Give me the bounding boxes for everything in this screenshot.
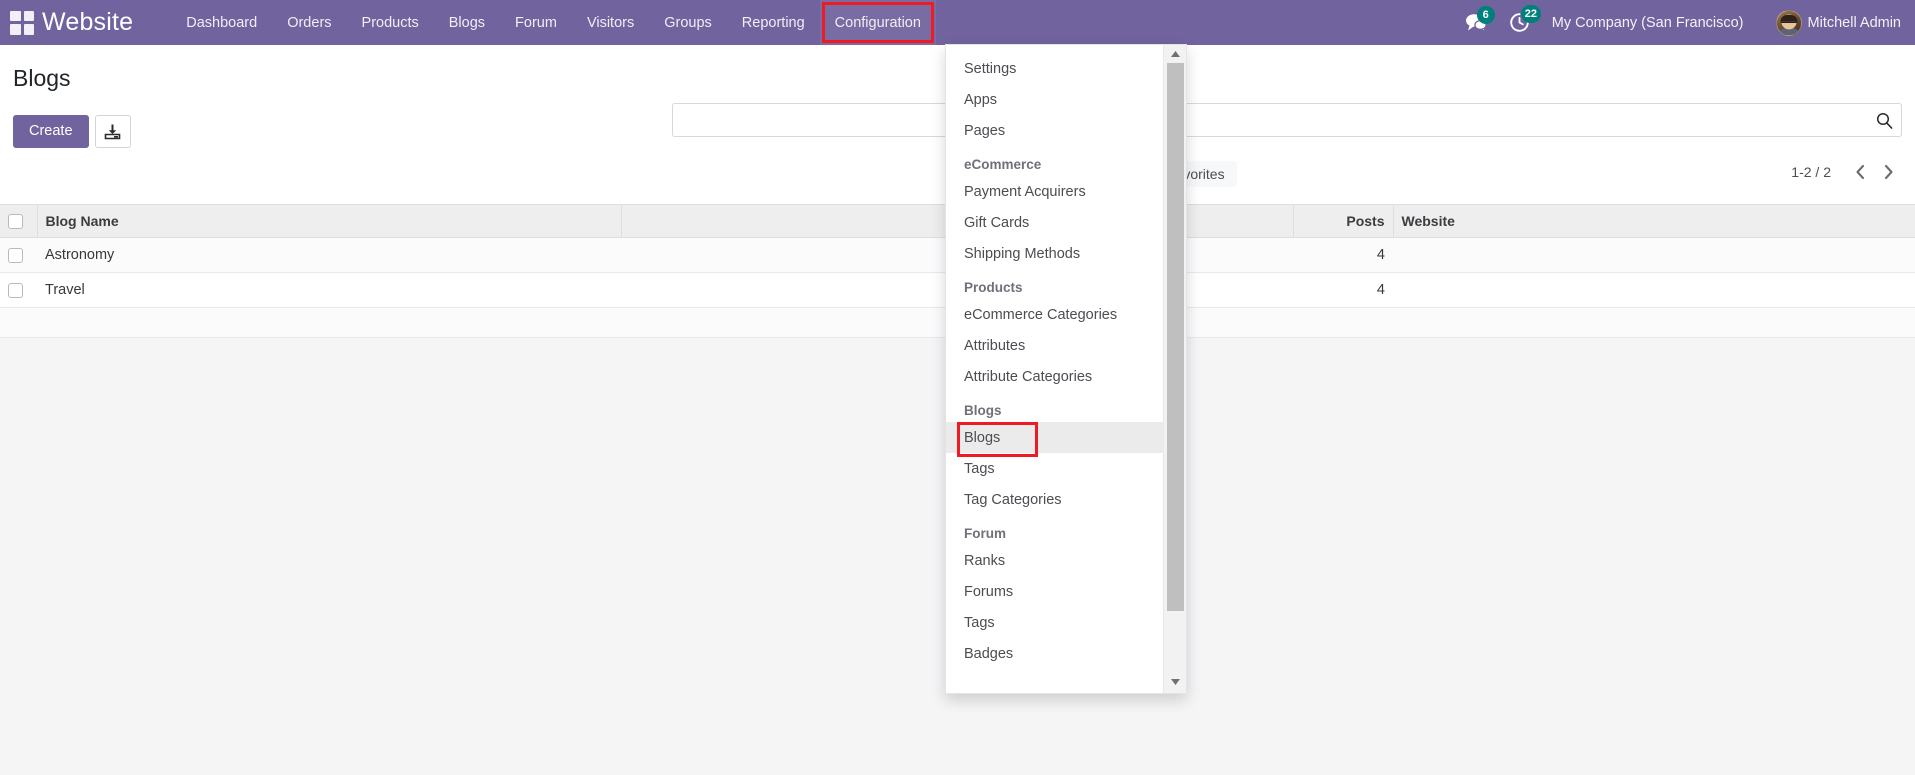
pager-previous-button[interactable] — [1849, 161, 1871, 183]
menu-blogs[interactable]: Blogs — [434, 0, 500, 45]
dropdown-item-apps[interactable]: Apps — [946, 84, 1163, 115]
apps-grid-cell — [10, 11, 21, 22]
dropdown-item-gift-cards[interactable]: Gift Cards — [946, 207, 1163, 238]
select-all-checkbox[interactable] — [8, 214, 23, 229]
pager: 1-2 / 2 — [1791, 161, 1899, 183]
column-website[interactable]: Website — [1393, 205, 1915, 238]
filler-cell — [1393, 308, 1915, 338]
cell-blog-name: Astronomy — [37, 238, 621, 273]
dropdown-item-forums[interactable]: Forums — [946, 576, 1163, 607]
apps-grid-cell — [24, 11, 35, 22]
dropdown-scrollbar[interactable] — [1163, 45, 1186, 693]
avatar — [1776, 10, 1802, 36]
select-all-cell — [0, 205, 37, 238]
apps-grid-icon[interactable] — [10, 11, 34, 35]
user-name-label: Mitchell Admin — [1808, 15, 1901, 31]
row-select-cell — [0, 238, 37, 273]
dropdown-section-products: Products — [946, 269, 1163, 299]
messages-icon[interactable]: 6 — [1465, 13, 1487, 32]
dropdown-item-blog-tags[interactable]: Tags — [946, 453, 1163, 484]
dropdown-item-pages[interactable]: Pages — [946, 115, 1163, 146]
dropdown-item-attributes[interactable]: Attributes — [946, 330, 1163, 361]
scroll-down-arrow-icon[interactable] — [1164, 673, 1187, 691]
apps-grid-cell — [10, 24, 21, 35]
avatar-glasses — [1781, 21, 1796, 25]
dropdown-item-shipping-methods[interactable]: Shipping Methods — [946, 238, 1163, 269]
dropdown-section-forum: Forum — [946, 515, 1163, 545]
dropdown-item-badges[interactable]: Badges — [946, 638, 1163, 669]
top-navbar: Website Dashboard Orders Products Blogs … — [0, 0, 1915, 45]
search-view[interactable] — [672, 103, 1902, 137]
apps-grid-cell — [24, 24, 35, 35]
dropdown-item-settings[interactable]: Settings — [946, 53, 1163, 84]
column-posts[interactable]: Posts — [1293, 205, 1393, 238]
dropdown-scroll-area: Settings Apps Pages eCommerce Payment Ac… — [946, 45, 1163, 693]
dropdown-items: Settings Apps Pages eCommerce Payment Ac… — [946, 53, 1163, 669]
filler-cell — [1293, 308, 1393, 338]
row-checkbox[interactable] — [8, 248, 23, 263]
chevron-right-icon — [1883, 164, 1894, 180]
menu-orders[interactable]: Orders — [272, 0, 346, 45]
messages-count-badge: 6 — [1477, 6, 1495, 24]
menu-groups[interactable]: Groups — [649, 0, 727, 45]
pager-next-button[interactable] — [1877, 161, 1899, 183]
dropdown-item-attribute-categories[interactable]: Attribute Categories — [946, 361, 1163, 392]
search-icon[interactable] — [1867, 104, 1901, 136]
dropdown-scrollbar-thumb[interactable] — [1167, 63, 1184, 611]
activities-count-badge: 22 — [1521, 5, 1541, 23]
import-records-button[interactable] — [95, 115, 131, 148]
dropdown-section-blogs: Blogs — [946, 392, 1163, 422]
cell-posts: 4 — [1293, 273, 1393, 308]
filler-cell — [37, 308, 621, 338]
scroll-up-arrow-icon[interactable] — [1170, 45, 1181, 63]
dropdown-section-ecommerce: eCommerce — [946, 146, 1163, 176]
import-download-icon — [104, 123, 121, 140]
app-brand-website[interactable]: Website — [42, 10, 133, 35]
search-input[interactable] — [673, 105, 1867, 135]
company-switcher[interactable]: My Company (San Francisco) — [1552, 15, 1744, 31]
navbar-systray: 6 22 My Company (San Francisco) Mitchell… — [1465, 0, 1915, 45]
cell-website — [1393, 273, 1915, 308]
dropdown-item-ecommerce-categories[interactable]: eCommerce Categories — [946, 299, 1163, 330]
cell-posts: 4 — [1293, 238, 1393, 273]
create-button[interactable]: Create — [13, 115, 89, 148]
chevron-left-icon — [1855, 164, 1866, 180]
menu-dashboard[interactable]: Dashboard — [171, 0, 272, 45]
pager-value: 1-2 / 2 — [1791, 164, 1831, 180]
dropdown-item-tag-categories[interactable]: Tag Categories — [946, 484, 1163, 515]
row-checkbox[interactable] — [8, 283, 23, 298]
menu-products[interactable]: Products — [347, 0, 434, 45]
cell-blog-name: Travel — [37, 273, 621, 308]
main-menu-bar: Dashboard Orders Products Blogs Forum Vi… — [171, 0, 936, 45]
control-panel-buttons: Create — [13, 115, 131, 148]
menu-reporting[interactable]: Reporting — [727, 0, 820, 45]
menu-configuration[interactable]: Configuration — [820, 0, 936, 45]
column-blog-name[interactable]: Blog Name — [37, 205, 621, 238]
row-select-cell — [0, 273, 37, 308]
page-title: Blogs — [13, 65, 71, 92]
dropdown-item-forum-tags[interactable]: Tags — [946, 607, 1163, 638]
menu-visitors[interactable]: Visitors — [572, 0, 649, 45]
menu-forum[interactable]: Forum — [500, 0, 572, 45]
configuration-dropdown: Settings Apps Pages eCommerce Payment Ac… — [945, 44, 1187, 694]
dropdown-item-ranks[interactable]: Ranks — [946, 545, 1163, 576]
user-menu[interactable]: Mitchell Admin — [1776, 10, 1901, 36]
dropdown-item-payment-acquirers[interactable]: Payment Acquirers — [946, 176, 1163, 207]
dropdown-item-blogs[interactable]: Blogs — [946, 422, 1163, 453]
filler-cell — [0, 308, 37, 338]
cell-website — [1393, 238, 1915, 273]
activities-clock-icon[interactable]: 22 — [1509, 12, 1530, 33]
